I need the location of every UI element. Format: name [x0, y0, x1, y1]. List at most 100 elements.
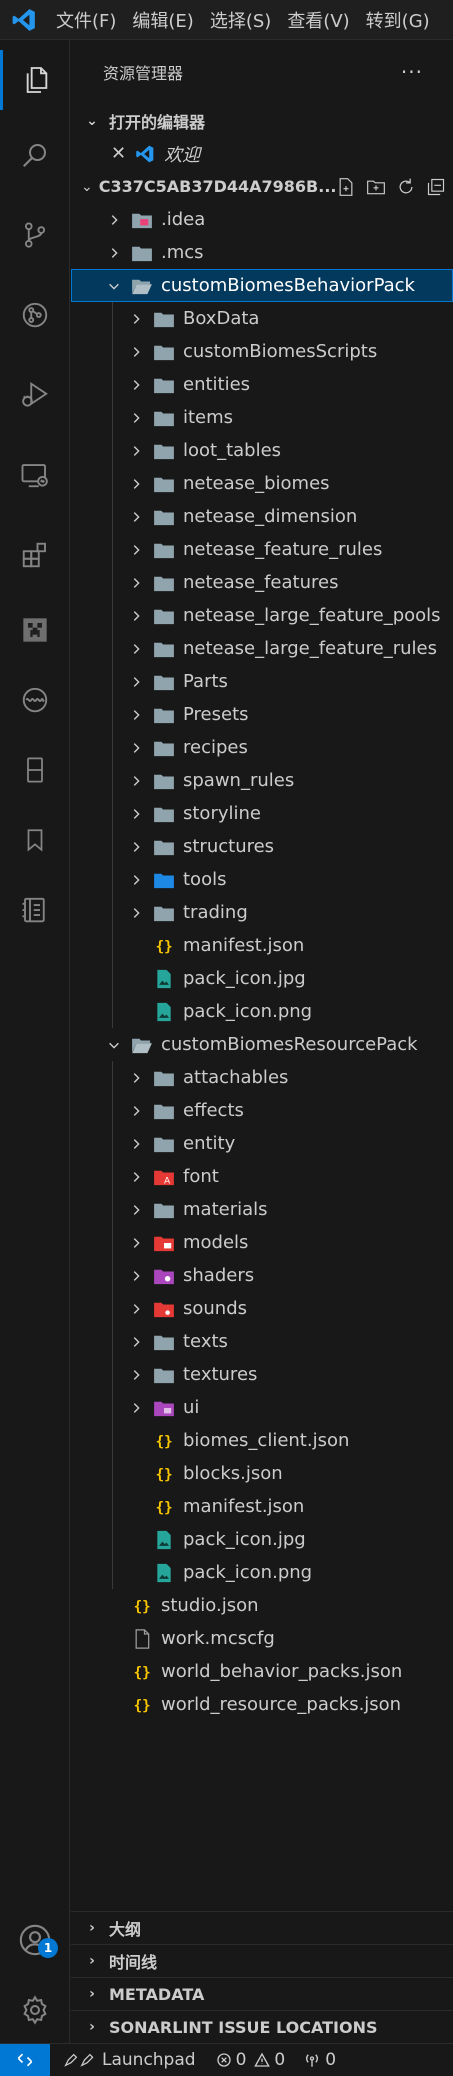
settings-gear-icon[interactable] [0, 1980, 70, 2040]
new-folder-icon[interactable] [366, 177, 386, 197]
open-editors-section[interactable]: ⌄ 打开的编辑器 [71, 104, 453, 137]
tree-file-item[interactable]: pack_icon.jpg [71, 1523, 453, 1556]
tree-folder-item[interactable]: items [71, 401, 453, 434]
tree-file-item[interactable]: {} blocks.json [71, 1457, 453, 1490]
tree-file-item[interactable]: work.mcscfg [71, 1622, 453, 1655]
tree-folder-item[interactable]: .idea [71, 203, 453, 236]
source-control-icon[interactable] [0, 205, 70, 265]
close-icon[interactable]: ✕ [111, 143, 126, 164]
tree-folder-item[interactable]: netease_dimension [71, 500, 453, 533]
chevron-right-icon [125, 1368, 147, 1382]
extensions-icon[interactable] [0, 525, 70, 585]
bookmark-icon[interactable] [0, 810, 70, 870]
tree-folder-item[interactable]: Presets [71, 698, 453, 731]
remote-indicator-icon[interactable] [0, 2043, 50, 2076]
tree-item-label: world_resource_packs.json [161, 1694, 402, 1715]
folder-icon [153, 640, 175, 658]
tree-item-label: storyline [183, 803, 261, 824]
tree-file-item[interactable]: {} world_behavior_packs.json [71, 1655, 453, 1688]
sonarlint-section[interactable]: › SONARLINT ISSUE LOCATIONS [71, 2010, 453, 2043]
tree-folder-item[interactable]: attachables [71, 1061, 453, 1094]
problems-status[interactable]: 0 0 [216, 2050, 286, 2070]
tree-file-item[interactable]: pack_icon.png [71, 995, 453, 1028]
outline-section[interactable]: › 大纲 [71, 1911, 453, 1944]
tree-folder-item[interactable]: entities [71, 368, 453, 401]
notebook-icon[interactable] [0, 880, 70, 940]
tree-file-item[interactable]: {} world_resource_packs.json [71, 1688, 453, 1721]
tree-folder-item[interactable]: recipes [71, 731, 453, 764]
tree-folder-item[interactable]: storyline [71, 797, 453, 830]
tree-folder-item[interactable]: spawn_rules [71, 764, 453, 797]
tree-folder-item[interactable]: entity [71, 1127, 453, 1160]
remote-explorer-icon[interactable] [0, 445, 70, 505]
waveform-icon[interactable] [0, 670, 70, 730]
chevron-right-icon [125, 1302, 147, 1316]
tree-item-label: blocks.json [183, 1463, 283, 1484]
tree-file-item[interactable]: {} manifest.json [71, 1490, 453, 1523]
tree-folder-item[interactable]: Parts [71, 665, 453, 698]
tree-folder-item[interactable]: texts [71, 1325, 453, 1358]
refresh-icon[interactable] [396, 177, 416, 197]
timeline-section[interactable]: › 时间线 [71, 1944, 453, 1977]
open-editor-item[interactable]: ✕ 欢迎 [71, 137, 453, 170]
run-debug-icon[interactable] [0, 365, 70, 425]
menu-file[interactable]: 文件(F) [48, 7, 124, 33]
ports-status[interactable]: 0 [303, 2050, 336, 2070]
menu-selection[interactable]: 选择(S) [202, 7, 279, 33]
tree-folder-item[interactable]: netease_features [71, 566, 453, 599]
tree-file-item[interactable]: {} biomes_client.json [71, 1424, 453, 1457]
indent-guide [112, 1325, 113, 1358]
tree-file-item[interactable]: {} manifest.json [71, 929, 453, 962]
tree-folder-item[interactable]: sounds [71, 1292, 453, 1325]
tree-file-item[interactable]: pack_icon.png [71, 1556, 453, 1589]
tree-folder-item[interactable]: models [71, 1226, 453, 1259]
tree-folder-item[interactable]: ui [71, 1391, 453, 1424]
menu-view[interactable]: 查看(V) [279, 7, 357, 33]
tree-folder-item[interactable]: Afont [71, 1160, 453, 1193]
folder-shaders-icon [153, 1267, 175, 1285]
explorer-icon[interactable] [0, 50, 70, 110]
launchpad-status[interactable]: Launchpad [62, 2050, 196, 2070]
tree-folder-item[interactable]: netease_biomes [71, 467, 453, 500]
tree-folder-item[interactable]: shaders [71, 1259, 453, 1292]
collapse-all-icon[interactable] [426, 177, 446, 197]
tree-folder-item[interactable]: netease_large_feature_pools [71, 599, 453, 632]
tree-folder-item[interactable]: BoxData [71, 302, 453, 335]
search-icon[interactable] [0, 125, 70, 185]
minecraft-creeper-icon[interactable] [0, 600, 70, 660]
menu-go[interactable]: 转到(G) [358, 7, 438, 33]
chevron-right-icon [103, 246, 125, 260]
chevron-right-icon [125, 444, 147, 458]
workspace-root[interactable]: ⌄ C337C5AB37D44A7986B... [71, 170, 453, 203]
tree-folder-item[interactable]: netease_large_feature_rules [71, 632, 453, 665]
chevron-right-icon [125, 708, 147, 722]
more-actions-icon[interactable]: ··· [401, 60, 423, 84]
tree-folder-item[interactable]: tools [71, 863, 453, 896]
tree-folder-item[interactable]: customBiomesScripts [71, 335, 453, 368]
new-file-icon[interactable] [336, 177, 356, 197]
git-graph-icon[interactable] [0, 285, 70, 345]
account-icon[interactable]: 1 [0, 1910, 70, 1970]
tree-item-label: textures [183, 1364, 258, 1385]
tree-folder-item[interactable]: effects [71, 1094, 453, 1127]
indent-guide [112, 1391, 113, 1424]
indent-guide [112, 1490, 113, 1523]
tree-folder-item[interactable]: customBiomesBehaviorPack [71, 269, 453, 302]
tree-folder-item[interactable]: loot_tables [71, 434, 453, 467]
tree-file-item[interactable]: pack_icon.jpg [71, 962, 453, 995]
tree-file-item[interactable]: {} studio.json [71, 1589, 453, 1622]
metadata-section[interactable]: › METADATA [71, 1977, 453, 2010]
indent-guide [112, 830, 113, 863]
vscode-logo-icon[interactable] [0, 0, 48, 40]
warning-count: 0 [274, 2050, 286, 2070]
tree-folder-item[interactable]: structures [71, 830, 453, 863]
tree-folder-item[interactable]: netease_feature_rules [71, 533, 453, 566]
tree-folder-item[interactable]: customBiomesResourcePack [71, 1028, 453, 1061]
tree-folder-item[interactable]: .mcs [71, 236, 453, 269]
tree-folder-item[interactable]: trading [71, 896, 453, 929]
menu-edit[interactable]: 编辑(E) [124, 7, 201, 33]
panel-layout-icon[interactable] [0, 740, 70, 800]
chevron-right-icon [125, 1335, 147, 1349]
tree-folder-item[interactable]: textures [71, 1358, 453, 1391]
tree-folder-item[interactable]: materials [71, 1193, 453, 1226]
